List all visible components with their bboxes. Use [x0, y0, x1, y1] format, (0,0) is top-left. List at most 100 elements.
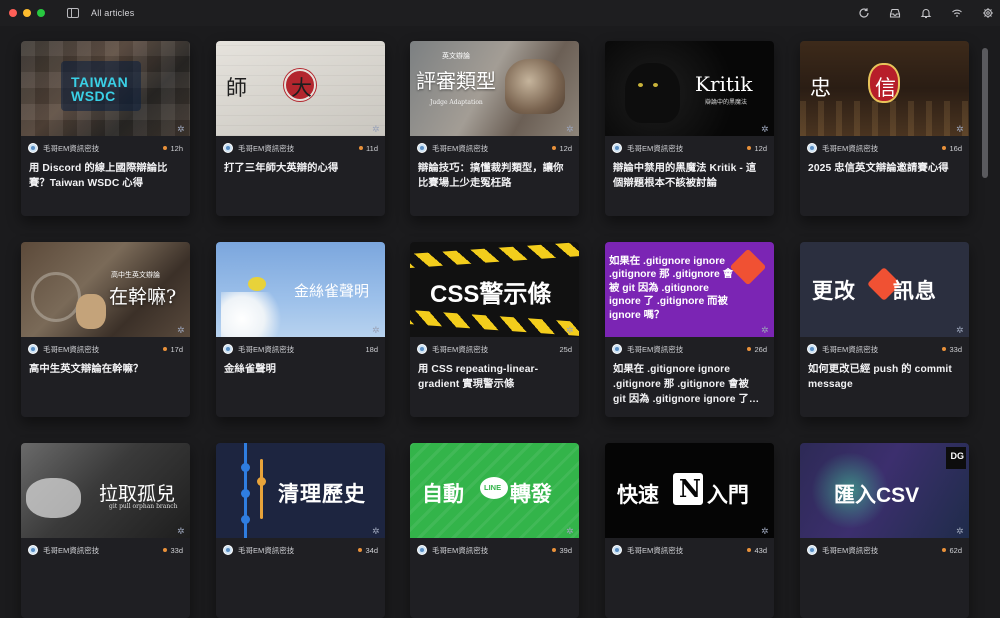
unread-dot-icon — [747, 548, 752, 552]
thumbnail-text: TAIWAN WSDC — [71, 74, 129, 104]
age-text: 16d — [949, 143, 962, 153]
inbox-icon[interactable] — [889, 7, 901, 19]
article-age: 12h — [163, 144, 183, 153]
article-card[interactable]: 英文辯論 評審類型 Judge Adaptation ✲ 毛哥EM資訊密技 12… — [410, 41, 579, 216]
age-text: 33d — [949, 344, 962, 354]
article-age: 33d — [942, 345, 962, 354]
close-window-button[interactable] — [9, 9, 17, 17]
article-card[interactable]: 清理歷史 ✲ 毛哥EM資訊密技 34d — [216, 443, 385, 618]
article-thumbnail: 清理歷史 ✲ — [216, 443, 385, 538]
article-card[interactable]: 高中生英文辯論 在幹嘛? ✲ 毛哥EM資訊密技 17d 高中生英文辯論在幹嘛？ — [21, 242, 190, 417]
thumbnail-text: Kritik — [695, 72, 753, 96]
article-meta: 毛哥EM資訊密技 33d — [28, 544, 183, 556]
avatar — [223, 143, 233, 153]
article-age: 43d — [747, 546, 767, 555]
age-text: 12d — [754, 143, 767, 153]
article-card[interactable]: N 快速 入門 ✲ 毛哥EM資訊密技 43d — [605, 443, 774, 618]
article-card[interactable]: 如果在 .gitignore ignore .gitignore 那 .giti… — [605, 242, 774, 417]
age-text: 12h — [170, 143, 183, 153]
article-age: 62d — [942, 546, 962, 555]
unread-dot-icon — [747, 146, 752, 150]
site-logo-icon: ✲ — [372, 325, 380, 335]
article-meta: 毛哥EM資訊密技 25d — [417, 343, 572, 355]
article-thumbnail: 更改 訊息 ✲ — [800, 242, 969, 337]
article-title[interactable]: 金絲雀聲明 — [224, 362, 374, 377]
site-logo-icon: ✲ — [956, 526, 964, 536]
article-card[interactable]: 忠信 英辯 ✲ 毛哥EM資訊密技 16d 2025 忠信英文辯論邀請賽心得 — [800, 41, 969, 216]
thumbnail-text: 快速 入門 — [617, 484, 749, 507]
article-meta: 毛哥EM資訊密技 34d — [223, 544, 378, 556]
thumbnail-text: 金絲雀聲明 — [294, 282, 370, 300]
article-thumbnail: TAIWAN WSDC ✲ — [21, 41, 190, 136]
article-age: 17d — [163, 345, 183, 354]
thumbnail-text: 評審類型 — [416, 69, 496, 93]
bell-icon[interactable] — [920, 7, 932, 19]
avatar — [807, 344, 817, 354]
refresh-icon[interactable] — [858, 7, 870, 19]
age-text: 18d — [365, 344, 378, 354]
article-card[interactable]: TAIWAN WSDC ✲ 毛哥EM資訊密技 12h 用 Discord 的線上… — [21, 41, 190, 216]
article-card[interactable]: 更改 訊息 ✲ 毛哥EM資訊密技 33d 如何更改已經 push 的 commi… — [800, 242, 969, 417]
unread-dot-icon — [359, 146, 364, 150]
site-logo-icon: ✲ — [566, 124, 574, 134]
article-thumbnail: CSS警示條 ✲ — [410, 242, 579, 337]
article-age: 18d — [365, 345, 378, 354]
article-grid: TAIWAN WSDC ✲ 毛哥EM資訊密技 12h 用 Discord 的線上… — [0, 26, 990, 618]
avatar — [612, 143, 622, 153]
avatar — [223, 344, 233, 354]
article-title[interactable]: 如果在 .gitignore ignore .gitignore 那 .giti… — [613, 362, 763, 407]
site-logo-icon: ✲ — [372, 526, 380, 536]
site-logo-icon: ✲ — [177, 526, 185, 536]
author-name: 毛哥EM資訊密技 — [238, 344, 295, 354]
article-title[interactable]: 高中生英文辯論在幹嘛？ — [29, 362, 179, 377]
article-title[interactable]: 用 CSS repeating-linear-gradient 實現警示條 — [418, 362, 568, 392]
unread-dot-icon — [163, 146, 168, 150]
article-meta: 毛哥EM資訊密技 62d — [807, 544, 962, 556]
wifi-icon[interactable] — [951, 7, 963, 19]
article-card[interactable]: 拉取孤兒 git pull orphan branch ✲ 毛哥EM資訊密技 3… — [21, 443, 190, 618]
article-meta: 毛哥EM資訊密技 11d — [223, 142, 378, 154]
thumbnail-text: 師大 英辯 — [226, 76, 385, 100]
article-card[interactable]: LINE 自動 轉發 ✲ 毛哥EM資訊密技 39d — [410, 443, 579, 618]
article-age: 12d — [552, 144, 572, 153]
article-title[interactable]: 辯論中禁用的黑魔法 Kritik - 這個辯題根本不該被討論 — [613, 161, 763, 191]
author-name: 毛哥EM資訊密技 — [627, 545, 684, 555]
thumbnail-subtitle: git pull orphan branch — [109, 503, 178, 510]
article-thumbnail: Kritik 辯論中的黑魔法 ✲ — [605, 41, 774, 136]
site-logo-icon: ✲ — [177, 124, 185, 134]
minimize-window-button[interactable] — [23, 9, 31, 17]
article-title[interactable]: 打了三年師大英辯的心得 — [224, 161, 374, 176]
article-meta: 毛哥EM資訊密技 18d — [223, 343, 378, 355]
article-title[interactable]: 用 Discord 的線上國際辯論比賽？Taiwan WSDC 心得 — [29, 161, 179, 191]
article-age: 33d — [163, 546, 183, 555]
age-text: 11d — [366, 143, 378, 153]
author-name: 毛哥EM資訊密技 — [822, 545, 879, 555]
article-card[interactable]: 師大 英辯 ✲ 毛哥EM資訊密技 11d 打了三年師大英辯的心得 — [216, 41, 385, 216]
article-meta: 毛哥EM資訊密技 26d — [612, 343, 767, 355]
article-card[interactable]: 金絲雀聲明 ✲ 毛哥EM資訊密技 18d 金絲雀聲明 — [216, 242, 385, 417]
site-logo-icon: ✲ — [761, 325, 769, 335]
article-title[interactable]: 2025 忠信英文辯論邀請賽心得 — [808, 161, 958, 176]
scrollbar[interactable] — [982, 48, 988, 178]
settings-icon[interactable] — [982, 7, 994, 19]
article-age: 25d — [559, 345, 572, 354]
article-card[interactable]: DG 匯入CSV ✲ 毛哥EM資訊密技 62d — [800, 443, 969, 618]
thumbnail-subtitle: 英文辯論 — [442, 53, 470, 60]
site-logo-icon: ✲ — [956, 124, 964, 134]
article-card[interactable]: CSS警示條 ✲ 毛哥EM資訊密技 25d 用 CSS repeating-li… — [410, 242, 579, 417]
avatar — [28, 344, 38, 354]
article-meta: 毛哥EM資訊密技 12h — [28, 142, 183, 154]
article-card[interactable]: Kritik 辯論中的黑魔法 ✲ 毛哥EM資訊密技 12d 辯論中禁用的黑魔法 … — [605, 41, 774, 216]
thumbnail-text: 在幹嘛? — [109, 286, 177, 308]
avatar — [417, 344, 427, 354]
avatar — [417, 545, 427, 555]
article-title[interactable]: 辯論技巧：搞懂裁判類型，讓你比賽場上少走冤枉路 — [418, 161, 568, 191]
maximize-window-button[interactable] — [37, 9, 45, 17]
article-thumbnail: 忠信 英辯 ✲ — [800, 41, 969, 136]
sidebar-toggle-icon[interactable] — [67, 8, 79, 18]
thumbnail-text: 匯入CSV — [834, 484, 920, 507]
article-title[interactable]: 如何更改已經 push 的 commit message — [808, 362, 958, 392]
avatar — [28, 545, 38, 555]
avatar — [28, 143, 38, 153]
article-thumbnail: 拉取孤兒 git pull orphan branch ✲ — [21, 443, 190, 538]
